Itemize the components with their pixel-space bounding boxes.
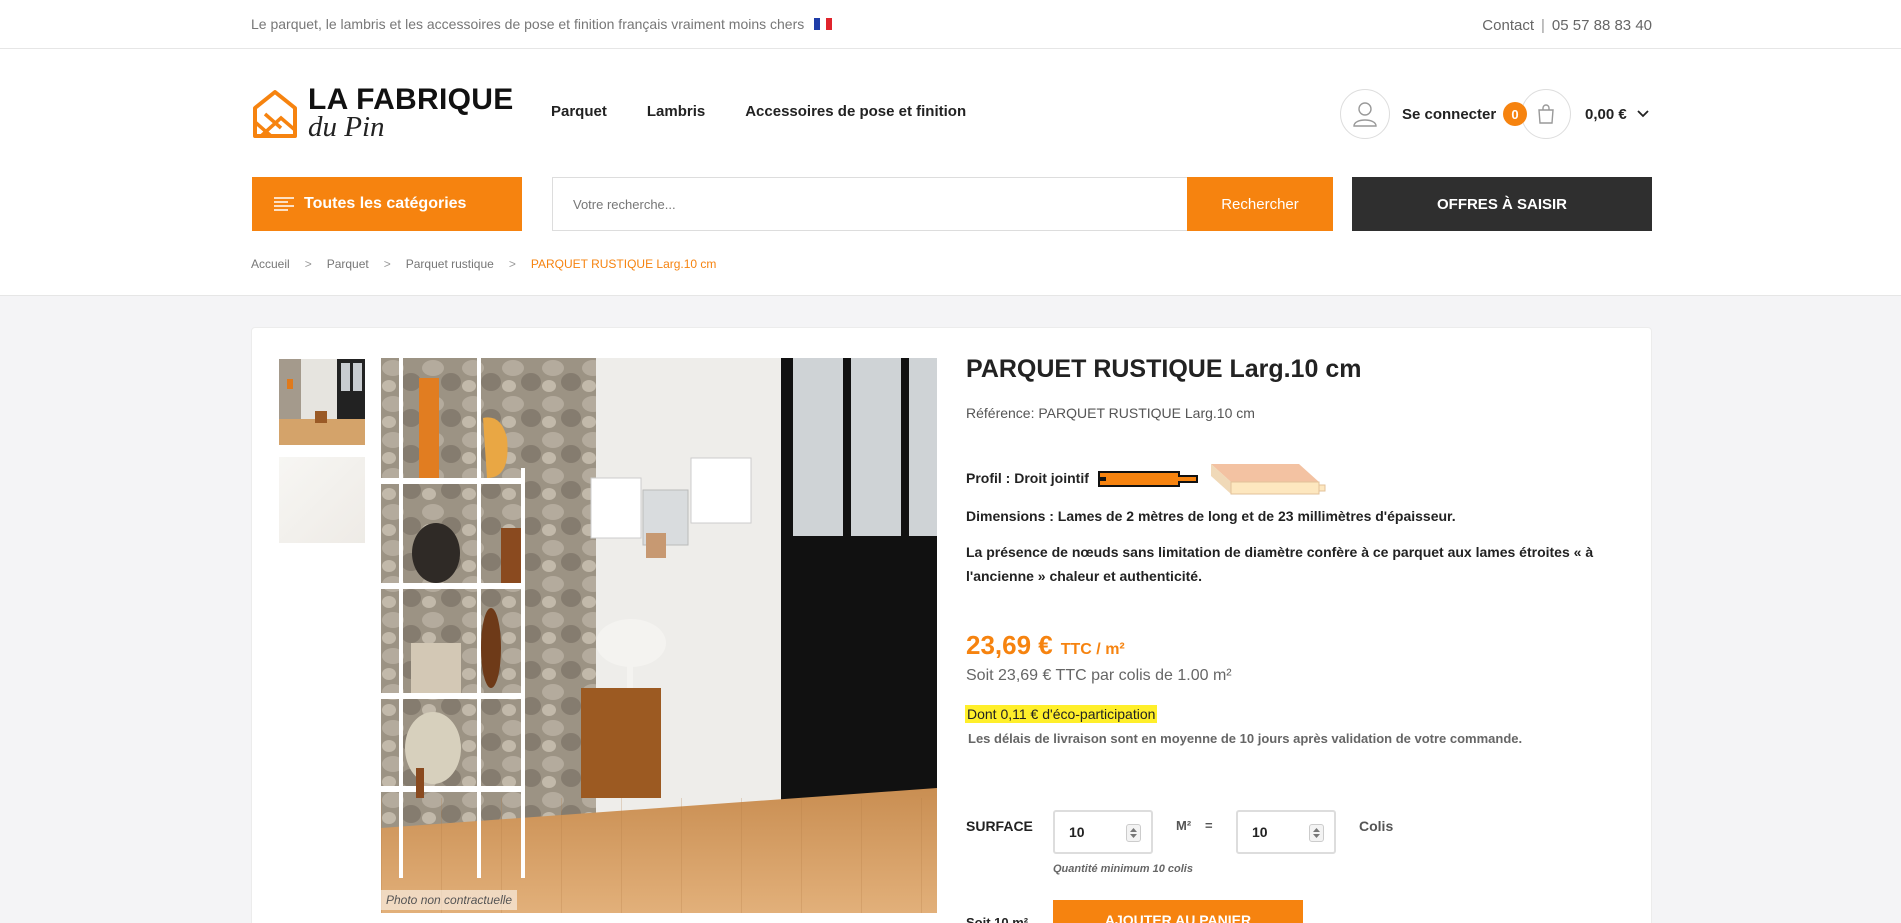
equals-sign: =	[1205, 818, 1213, 833]
nav-item-accessoires[interactable]: Accessoires de pose et finition	[745, 103, 966, 120]
breadcrumb-separator: >	[508, 257, 516, 271]
image-caption: Photo non contractuelle	[381, 890, 518, 910]
product-description: La présence de nœuds sans limitation de …	[966, 544, 1594, 584]
product-dimensions: Dimensions : Lames de 2 mètres de long e…	[966, 508, 1456, 524]
cart-widget[interactable]: 0 0,00 €	[1503, 89, 1649, 139]
minimum-quantity-note: Quantité minimum 10 colis	[1053, 863, 1193, 875]
colis-label: Colis	[1359, 818, 1394, 834]
breadcrumb-parquet[interactable]: Parquet	[327, 257, 369, 271]
chevron-down-icon	[1637, 110, 1649, 118]
nav-item-parquet[interactable]: Parquet	[551, 103, 607, 120]
logo-line2: du Pin	[308, 111, 385, 143]
add-to-cart-button[interactable]: AJOUTER AU PANIER	[1053, 900, 1303, 923]
main-nav: Parquet Lambris Accessoires de pose et f…	[551, 103, 966, 120]
breadcrumb-current: PARQUET RUSTIQUE Larg.10 cm	[530, 257, 717, 271]
price-per-pack: Soit 23,69 € TTC par colis de 1.00 m²	[966, 667, 1232, 684]
profile-section-icon	[1097, 471, 1198, 487]
colis-quantity-stepper[interactable]: 10	[1236, 810, 1336, 854]
tagline-text: Le parquet, le lambris et les accessoire…	[251, 16, 805, 32]
cart-count-badge: 0	[1503, 102, 1527, 126]
contact-area: Contact | 05 57 88 83 40	[1482, 17, 1652, 34]
product-main-image[interactable]	[381, 358, 937, 913]
product-thumbnail-1[interactable]	[279, 359, 365, 445]
surface-quantity-stepper[interactable]: 10	[1053, 810, 1153, 854]
colis-value: 10	[1252, 824, 1268, 840]
site-logo[interactable]: LA FABRIQUE du Pin	[251, 85, 514, 142]
contact-link[interactable]: Contact	[1482, 17, 1534, 34]
breadcrumb-home[interactable]: Accueil	[251, 257, 290, 271]
delivery-note: Les délais de livraison sont en moyenne …	[968, 731, 1523, 746]
phone-link[interactable]: 05 57 88 83 40	[1552, 17, 1652, 34]
search-bar: Rechercher	[552, 177, 1333, 231]
subtotal-label: Soit 10 m²	[966, 915, 1029, 923]
surface-label: SURFACE	[966, 818, 1033, 834]
account-link[interactable]: Se connecter	[1340, 89, 1496, 139]
cart-total: 0,00 €	[1585, 105, 1627, 123]
price-block: 23,69 € TTC / m²	[966, 630, 1125, 661]
all-categories-label: Toutes les catégories	[304, 195, 467, 212]
m2-label: M²	[1176, 818, 1192, 833]
contact-separator: |	[1541, 17, 1545, 34]
price-value: 23,69 €	[966, 630, 1053, 660]
plank-3d-icon	[1210, 464, 1326, 495]
surface-value: 10	[1069, 824, 1085, 840]
login-label: Se connecter	[1402, 105, 1497, 123]
stepper-arrows-icon[interactable]	[1126, 824, 1141, 842]
breadcrumb-separator: >	[383, 257, 391, 271]
price-unit: TTC / m²	[1060, 641, 1125, 658]
breadcrumb-parquet-rustique[interactable]: Parquet rustique	[406, 257, 494, 271]
search-input[interactable]	[552, 177, 1187, 231]
search-button[interactable]: Rechercher	[1187, 177, 1333, 231]
product-thumbnail-2[interactable]	[279, 457, 365, 543]
user-icon	[1340, 89, 1390, 139]
eco-participation: Dont 0,11 € d'éco-participation	[965, 705, 1158, 723]
all-categories-button[interactable]: Toutes les catégories	[252, 177, 522, 231]
product-profil: Profil : Droit jointif	[966, 460, 1327, 496]
stepper-arrows-icon[interactable]	[1309, 824, 1324, 842]
offers-button[interactable]: OFFRES À SAISIR	[1352, 177, 1652, 231]
profil-label: Profil : Droit jointif	[966, 470, 1089, 486]
product-reference: Référence: PARQUET RUSTIQUE Larg.10 cm	[966, 405, 1255, 421]
breadcrumb-separator: >	[304, 257, 312, 271]
product-title: PARQUET RUSTIQUE Larg.10 cm	[966, 355, 1362, 383]
menu-icon	[274, 197, 294, 211]
house-logo-icon	[253, 89, 297, 138]
top-bar: Le parquet, le lambris et les accessoire…	[0, 0, 1901, 49]
french-flag-icon	[814, 18, 833, 30]
nav-item-lambris[interactable]: Lambris	[647, 103, 705, 120]
shopping-bag-icon	[1521, 89, 1571, 139]
tagline: Le parquet, le lambris et les accessoire…	[251, 16, 833, 32]
breadcrumb: Accueil > Parquet > Parquet rustique > P…	[251, 257, 716, 271]
site-header: LA FABRIQUE du Pin Parquet Lambris Acces…	[0, 49, 1901, 296]
